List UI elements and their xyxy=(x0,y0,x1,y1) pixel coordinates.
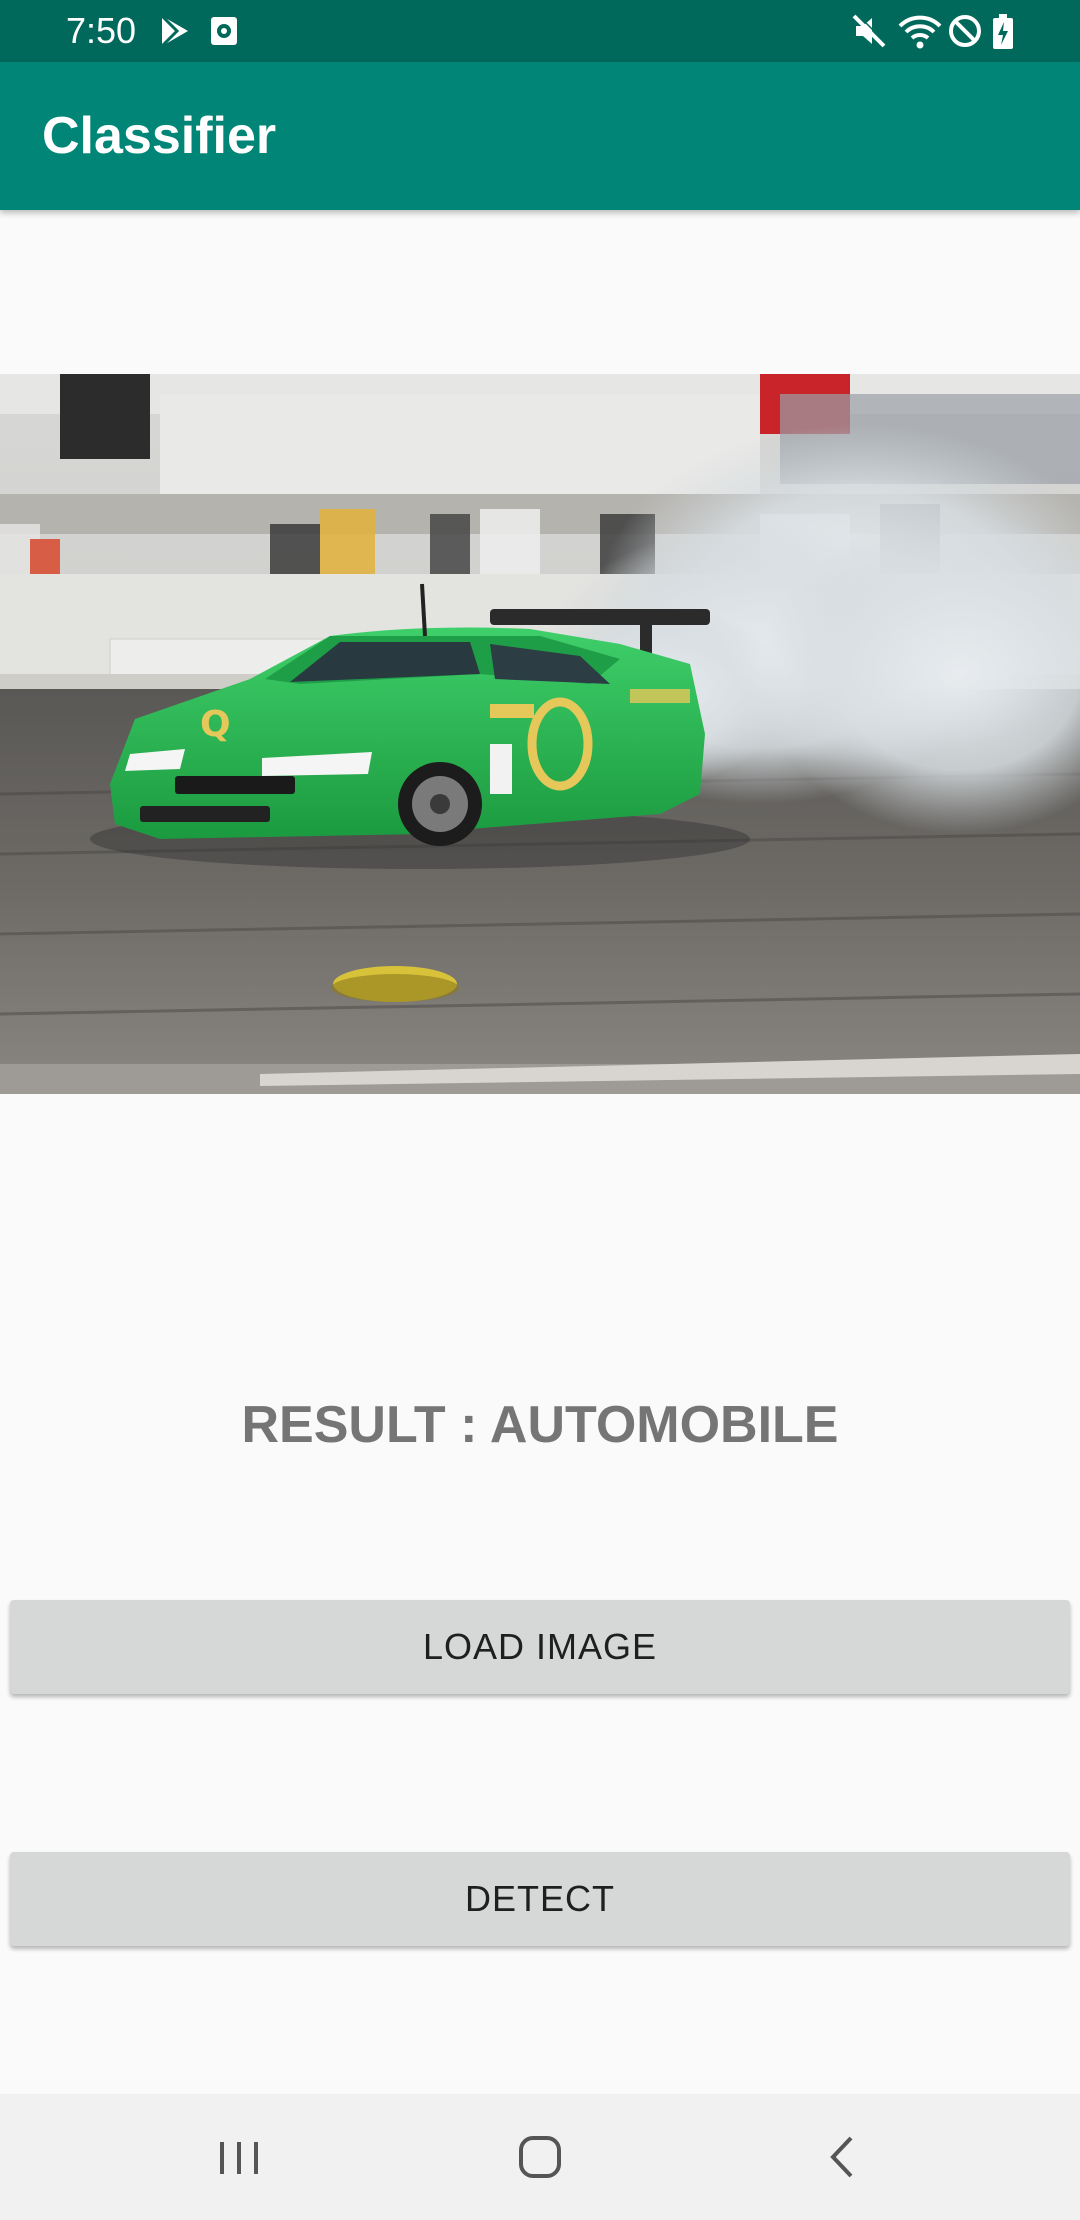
screen-record-icon xyxy=(211,17,237,45)
status-time: 7:50 xyxy=(66,10,137,51)
app-bar: Classifier xyxy=(0,62,1080,210)
navigation-bar xyxy=(0,2094,1080,2220)
race-car-image: Q xyxy=(0,374,1080,1094)
battery-charging-icon xyxy=(993,14,1013,49)
detect-button[interactable]: DETECT xyxy=(10,1852,1070,1946)
back-icon[interactable] xyxy=(797,2124,887,2190)
load-image-button[interactable]: LOAD IMAGE xyxy=(10,1600,1070,1694)
result-text: RESULT : AUTOMOBILE xyxy=(241,1396,839,1454)
wifi-icon xyxy=(898,15,942,49)
loaded-image: Q xyxy=(0,374,1080,1094)
recent-apps-icon[interactable] xyxy=(194,2124,284,2190)
app-title: Classifier xyxy=(42,107,277,165)
home-icon[interactable] xyxy=(495,2124,585,2190)
status-bar: 7:50 xyxy=(0,0,1080,62)
svg-text:Q: Q xyxy=(200,704,231,745)
mute-icon xyxy=(852,14,888,48)
do-not-disturb-icon xyxy=(949,15,981,47)
play-store-icon xyxy=(160,14,188,48)
